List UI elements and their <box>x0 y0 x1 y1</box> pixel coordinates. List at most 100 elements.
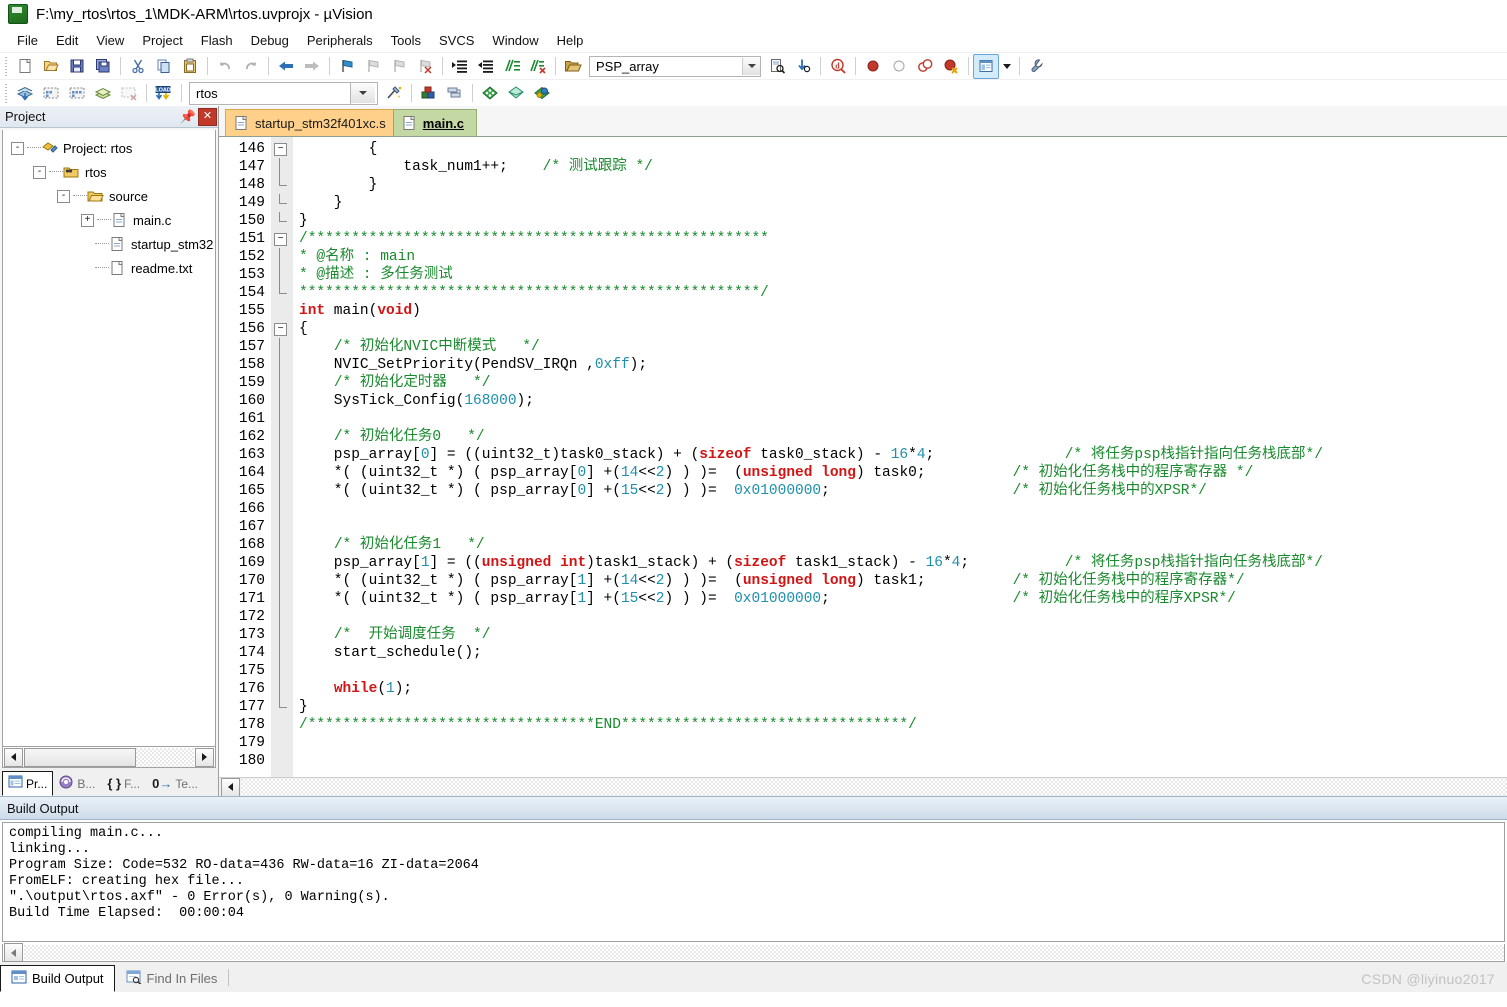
target-options-wizard-icon[interactable] <box>381 81 407 106</box>
code-line[interactable]: *( (uint32_t *) ( psp_array[0] +(15<<2) … <box>299 482 1507 500</box>
batch-build-icon[interactable] <box>90 81 116 106</box>
code-line[interactable]: { <box>299 320 1507 338</box>
browse-symbols-icon[interactable]: d <box>825 54 851 79</box>
project-tab-templates[interactable]: 0→ Te... <box>146 771 204 796</box>
toolbar-grip[interactable] <box>3 56 10 76</box>
toolbar-grip[interactable] <box>3 83 10 103</box>
code-folding-column[interactable]: − − − <box>271 137 293 777</box>
target-select-dropdown[interactable] <box>351 82 378 105</box>
tree-toggle-icon[interactable]: - <box>11 142 24 155</box>
code-line[interactable] <box>299 518 1507 536</box>
code-line[interactable]: SysTick_Config(168000); <box>299 392 1507 410</box>
open-symbol-file-icon[interactable] <box>560 54 586 79</box>
cut-icon[interactable] <box>125 54 151 79</box>
download-to-flash-icon[interactable]: LOAD <box>151 81 177 106</box>
tree-item-target[interactable]: - rtos <box>3 160 215 184</box>
target-select-value[interactable]: rtos <box>190 83 350 104</box>
code-line[interactable]: ****************************************… <box>299 284 1507 302</box>
target-select-combo[interactable]: rtos <box>189 82 351 105</box>
code-line[interactable]: } <box>299 698 1507 716</box>
code-line[interactable]: /* 初始化定时器 */ <box>299 374 1507 392</box>
tree-item-startup[interactable]: startup_stm32 <box>3 232 215 256</box>
menu-item-svcs[interactable]: SVCS <box>430 31 483 50</box>
close-icon[interactable]: ✕ <box>198 108 217 126</box>
tree-item-group[interactable]: - source <box>3 184 215 208</box>
scroll-right-arrow-icon[interactable] <box>195 748 214 767</box>
fold-marker[interactable]: − <box>271 140 293 158</box>
paste-icon[interactable] <box>177 54 203 79</box>
code-view[interactable]: 1461471481491501511521531541551561571581… <box>219 137 1507 777</box>
code-line[interactable]: while(1); <box>299 680 1507 698</box>
pack-installer-icon[interactable] <box>529 81 555 106</box>
build-output-text[interactable]: compiling main.c...linking...Program Siz… <box>2 822 1505 942</box>
tree-toggle-icon[interactable]: + <box>81 214 94 227</box>
project-tree[interactable]: - Project: rtos - rtos - source <box>2 130 216 747</box>
project-tab-books[interactable]: B... <box>53 771 101 796</box>
insert-breakpoint-icon[interactable] <box>860 54 886 79</box>
scroll-left-arrow-icon[interactable] <box>221 778 240 797</box>
multi-project-icon[interactable] <box>442 81 468 106</box>
manage-run-time-env-icon[interactable] <box>477 81 503 106</box>
manage-project-items-icon[interactable] <box>416 81 442 106</box>
pin-icon[interactable]: 📌 <box>179 108 197 126</box>
scrollbar-track[interactable] <box>24 945 1504 960</box>
code-line[interactable]: int main(void) <box>299 302 1507 320</box>
copy-icon[interactable] <box>151 54 177 79</box>
open-file-icon[interactable] <box>38 54 64 79</box>
project-tree-hscrollbar[interactable] <box>2 747 216 768</box>
scrollbar-track[interactable] <box>241 779 1507 795</box>
new-file-icon[interactable] <box>12 54 38 79</box>
scrollbar-thumb[interactable] <box>24 748 136 767</box>
menu-item-project[interactable]: Project <box>133 31 191 50</box>
indent-decrease-icon[interactable] <box>473 54 499 79</box>
menu-item-peripherals[interactable]: Peripherals <box>298 31 382 50</box>
code-line[interactable]: } <box>299 212 1507 230</box>
window-layout-icon[interactable] <box>973 54 999 79</box>
code-line[interactable]: start_schedule(); <box>299 644 1507 662</box>
code-line[interactable] <box>299 734 1507 752</box>
code-line[interactable] <box>299 662 1507 680</box>
scroll-left-arrow-icon[interactable] <box>4 943 23 962</box>
bottom-tab-find-in-files[interactable]: Find In Files <box>115 965 229 992</box>
code-line[interactable]: * @描述 : 多任务测试 <box>299 266 1507 284</box>
code-line[interactable]: /* 开始调度任务 */ <box>299 626 1507 644</box>
editor-hscrollbar[interactable] <box>219 777 1507 796</box>
code-line[interactable]: /* 初始化NVIC中断模式 */ <box>299 338 1507 356</box>
menu-item-tools[interactable]: Tools <box>382 31 430 50</box>
code-line[interactable]: *( (uint32_t *) ( psp_array[1] +(14<<2) … <box>299 572 1507 590</box>
save-icon[interactable] <box>64 54 90 79</box>
fold-marker[interactable]: − <box>271 230 293 248</box>
symbol-search-input[interactable]: PSP_array <box>590 57 742 76</box>
code-line[interactable] <box>299 608 1507 626</box>
code-line[interactable] <box>299 500 1507 518</box>
comment-block-icon[interactable] <box>499 54 525 79</box>
translate-file-icon[interactable] <box>12 81 38 106</box>
incremental-find-icon[interactable] <box>790 54 816 79</box>
menu-item-file[interactable]: File <box>8 31 47 50</box>
chevron-down-icon[interactable] <box>351 84 375 103</box>
code-line[interactable]: *( (uint32_t *) ( psp_array[1] +(15<<2) … <box>299 590 1507 608</box>
symbol-search-combo[interactable]: PSP_array <box>589 56 761 77</box>
code-line[interactable]: * @名称 : main <box>299 248 1507 266</box>
code-line[interactable]: *( (uint32_t *) ( psp_array[0] +(14<<2) … <box>299 464 1507 482</box>
menu-item-edit[interactable]: Edit <box>47 31 87 50</box>
scrollbar-track[interactable] <box>136 748 194 767</box>
code-line[interactable]: psp_array[1] = ((unsigned int)task1_stac… <box>299 554 1507 572</box>
configure-tools-icon[interactable] <box>1024 54 1050 79</box>
tree-item-readme[interactable]: readme.txt <box>3 256 215 280</box>
bottom-tab-build-output[interactable]: Build Output <box>0 965 115 992</box>
save-all-icon[interactable] <box>90 54 116 79</box>
tree-item-main-c[interactable]: + main.c <box>3 208 215 232</box>
tree-toggle-icon[interactable]: - <box>33 166 46 179</box>
code-text[interactable]: { task_num1++; /* 测试跟踪 */ } }}/*********… <box>293 137 1507 777</box>
code-line[interactable] <box>299 752 1507 770</box>
menu-item-window[interactable]: Window <box>483 31 547 50</box>
find-in-files-icon[interactable] <box>764 54 790 79</box>
code-line[interactable]: NVIC_SetPriority(PendSV_IRQn ,0xff); <box>299 356 1507 374</box>
menu-item-view[interactable]: View <box>87 31 133 50</box>
fold-marker[interactable]: − <box>271 320 293 338</box>
editor-tab-main-c[interactable]: main.c <box>393 109 477 136</box>
code-line[interactable]: /* 初始化任务0 */ <box>299 428 1507 446</box>
disable-breakpoint-icon[interactable] <box>886 54 912 79</box>
code-line[interactable]: /***************************************… <box>299 230 1507 248</box>
